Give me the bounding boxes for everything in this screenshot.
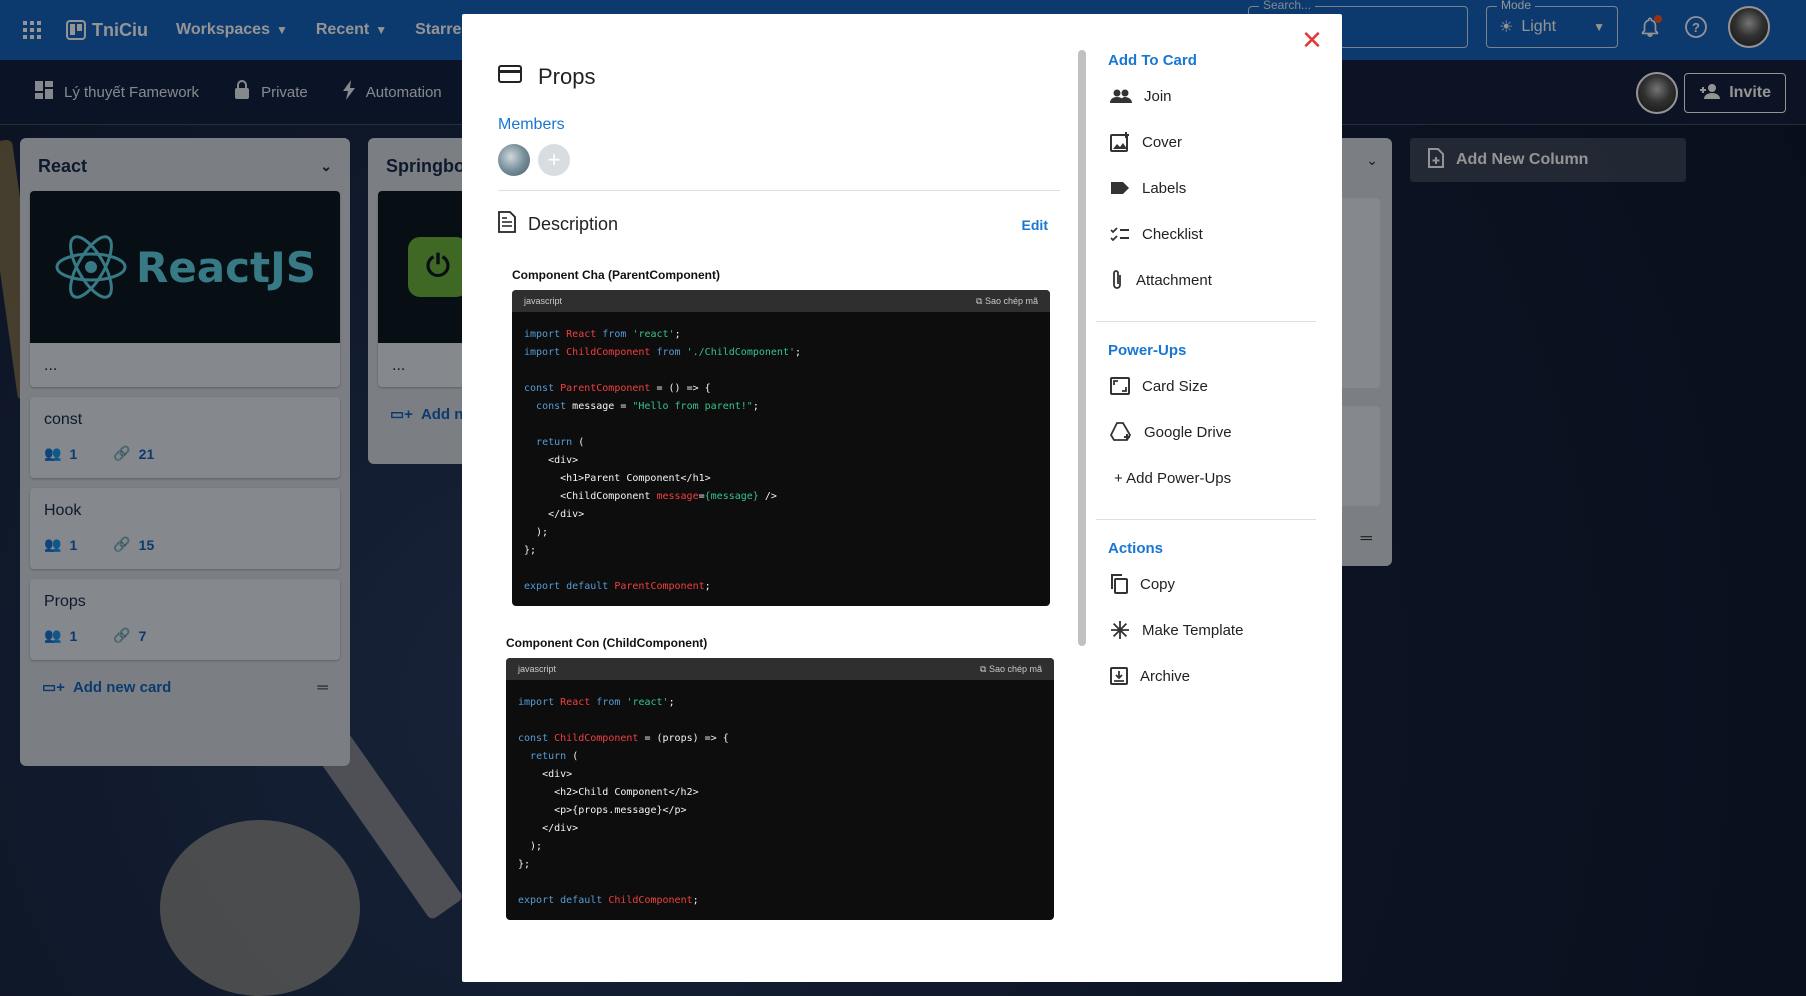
attachment-button[interactable]: Attachment	[1096, 257, 1316, 303]
divider	[1096, 321, 1316, 322]
archive-button[interactable]: Archive	[1096, 653, 1316, 699]
copy-code-label: Sao chép mã	[984, 295, 1038, 306]
code-content: import React from 'react'; const ChildCo…	[518, 697, 729, 906]
plus-icon: +	[547, 147, 561, 172]
label-icon	[1110, 180, 1130, 196]
actions-heading: Actions	[1108, 540, 1164, 557]
join-label: Join	[1144, 87, 1172, 105]
labels-label: Labels	[1142, 179, 1187, 197]
checklist-icon	[1110, 226, 1130, 242]
card-size-label: Card Size	[1142, 377, 1208, 395]
google-drive-label: Google Drive	[1144, 423, 1232, 441]
member-avatar[interactable]	[498, 144, 530, 176]
attachment-label: Attachment	[1136, 271, 1212, 289]
drive-add-icon	[1110, 422, 1132, 442]
add-power-ups-label: + Add Power-Ups	[1114, 469, 1232, 487]
join-button[interactable]: Join	[1096, 73, 1316, 119]
code-content: import React from 'react'; import ChildC…	[524, 329, 802, 592]
modal-title[interactable]: Props	[538, 64, 595, 90]
modal-main: Props Members + Description Edit Compone…	[498, 50, 1060, 920]
make-template-label: Make Template	[1142, 621, 1244, 639]
archive-icon	[1110, 667, 1128, 685]
card-detail-modal: ✕ Props Members + Description Edit Compo…	[462, 14, 1342, 982]
edit-description-button[interactable]: Edit	[1022, 217, 1048, 233]
copy-icon: ⧉	[980, 663, 989, 674]
card-size-button[interactable]: Card Size	[1096, 363, 1316, 409]
archive-label: Archive	[1140, 667, 1191, 685]
description-header: Description Edit	[498, 211, 1060, 238]
add-power-ups-button[interactable]: + Add Power-Ups	[1096, 455, 1316, 501]
code-block-header: javascript ⧉ Sao chép mã	[506, 658, 1054, 680]
make-template-button[interactable]: Make Template	[1096, 607, 1316, 653]
copy-label: Copy	[1140, 575, 1176, 593]
copy-icon: ⧉	[976, 295, 985, 306]
power-ups-heading: Power-Ups	[1108, 342, 1187, 359]
code-language: javascript	[524, 296, 563, 306]
group-icon	[1110, 88, 1132, 104]
members-label: Members	[498, 116, 565, 133]
checklist-label: Checklist	[1142, 225, 1203, 243]
snippet-caption: Component Con (ChildComponent)	[506, 636, 708, 650]
power-ups-list: Card Size Google Drive + Add Power-Ups	[1096, 363, 1316, 501]
copy-icon	[1110, 574, 1128, 594]
aspect-ratio-icon	[1110, 377, 1130, 395]
copy-button[interactable]: Copy	[1096, 561, 1316, 607]
scrollbar[interactable]	[1078, 50, 1086, 646]
add-to-card-list: Join Cover Labels Checklist Attachment	[1096, 73, 1316, 303]
add-member-button[interactable]: +	[538, 144, 570, 176]
code-language: javascript	[518, 664, 557, 674]
copy-code-button[interactable]: ⧉ Sao chép mã	[980, 664, 1042, 675]
checklist-button[interactable]: Checklist	[1096, 211, 1316, 257]
code-block-header: javascript ⧉ Sao chép mã	[512, 290, 1050, 312]
paperclip-icon	[1110, 269, 1124, 291]
divider	[1096, 519, 1316, 520]
copy-code-button[interactable]: ⧉ Sao chép mã	[976, 296, 1038, 307]
code-block: javascript ⧉ Sao chép mã import React fr…	[506, 658, 1054, 920]
description-icon	[498, 211, 516, 238]
cover-label: Cover	[1142, 133, 1183, 151]
members-list: +	[498, 144, 1060, 176]
google-drive-button[interactable]: Google Drive	[1096, 409, 1316, 455]
snippet-caption: Component Cha (ParentComponent)	[512, 268, 720, 282]
cover-button[interactable]: Cover	[1096, 119, 1316, 165]
snowflake-icon	[1110, 620, 1130, 640]
add-to-card-heading: Add To Card	[1108, 52, 1197, 69]
code-block: javascript ⧉ Sao chép mã import React fr…	[512, 290, 1050, 606]
modal-sidebar: Add To Card Join Cover Labels Checklist …	[1096, 50, 1316, 699]
copy-code-label: Sao chép mã	[988, 663, 1042, 674]
divider	[498, 190, 1060, 191]
modal-title-row: Props	[498, 64, 1060, 90]
labels-button[interactable]: Labels	[1096, 165, 1316, 211]
credit-card-icon	[498, 64, 522, 90]
actions-list: Copy Make Template Archive	[1096, 561, 1316, 699]
add-photo-icon	[1110, 132, 1130, 152]
description-label: Description	[528, 214, 619, 234]
